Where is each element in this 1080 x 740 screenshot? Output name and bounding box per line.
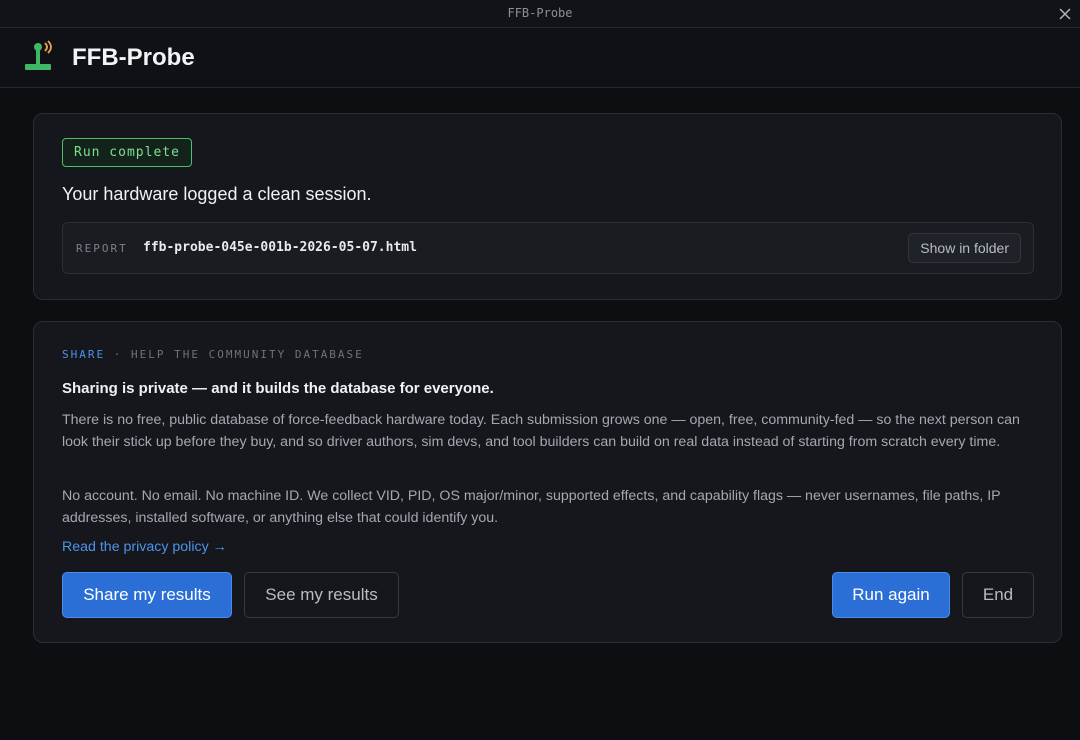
app-title: FFB-Probe [72,44,195,71]
result-headline: Your hardware logged a clean session. [62,184,372,204]
privacy-description: No account. No email. No machine ID. We … [62,488,1001,526]
report-label: REPORT [76,242,128,255]
privacy-policy-link[interactable]: Read the privacy policy → [62,539,227,555]
app-header: FFB-Probe [0,28,1080,88]
show-in-folder-button[interactable]: Show in folder [908,233,1021,263]
report-filename: ffb-probe-045e-001b-2026-05-07.html [143,240,417,255]
share-card: SHARE · HELP THE COMMUNITY DATABASE Shar… [33,321,1062,643]
joystick-signal-icon [25,40,52,70]
result-card: Run complete Your hardware logged a clea… [33,113,1062,300]
share-title: Sharing is private — and it builds the d… [62,380,494,397]
close-icon [1059,8,1071,20]
see-results-button[interactable]: See my results [244,572,399,618]
end-button[interactable]: End [962,572,1034,618]
arrow-right-icon: → [212,539,227,555]
status-badge: Run complete [62,138,192,167]
window-title: FFB-Probe [507,6,573,20]
window-titlebar: FFB-Probe [0,0,1080,28]
share-label-accent: SHARE [62,348,106,361]
share-results-button[interactable]: Share my results [62,572,232,618]
report-box: REPORT ffb-probe-045e-001b-2026-05-07.ht… [62,222,1034,274]
run-again-button[interactable]: Run again [832,572,950,618]
share-description: There is no free, public database of for… [62,412,1020,450]
privacy-link-label: Read the privacy policy [62,539,209,555]
close-button[interactable] [1054,3,1076,25]
share-label-rest: · HELP THE COMMUNITY DATABASE [105,348,364,361]
share-section-label: SHARE · HELP THE COMMUNITY DATABASE [62,348,364,361]
